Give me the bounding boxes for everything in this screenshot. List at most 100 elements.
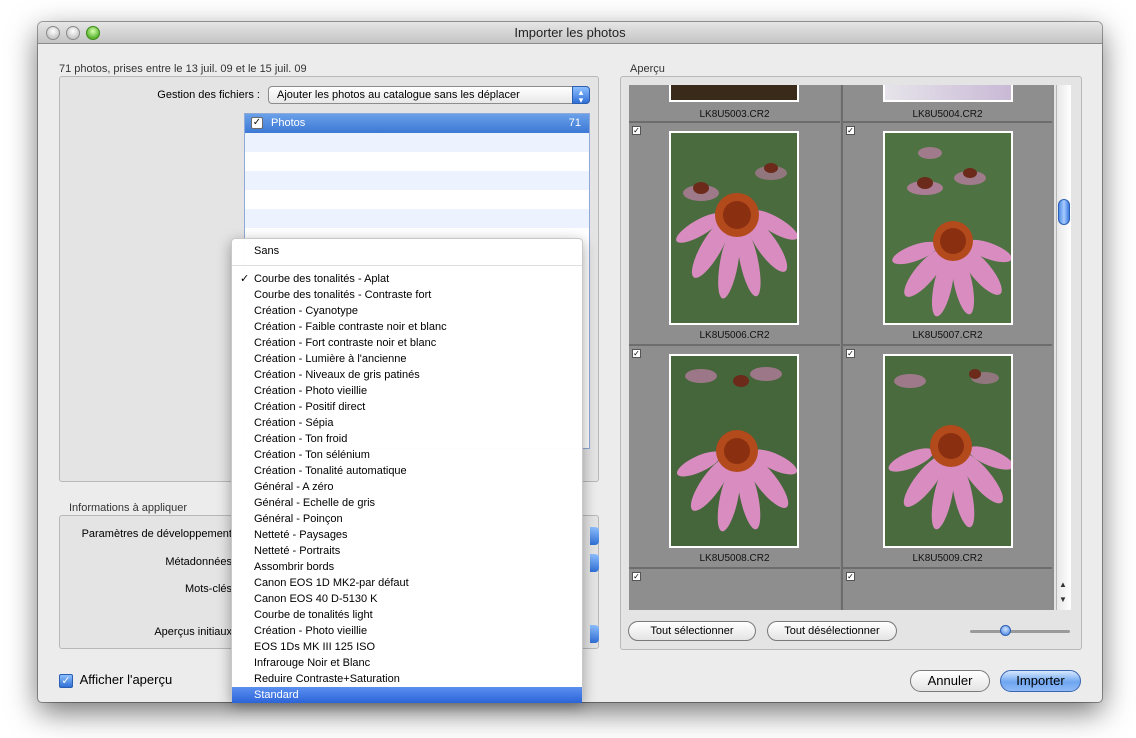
menu-item-label: Canon EOS 40 D-5130 K [254,593,378,605]
menu-item[interactable]: Général - Echelle de gris [232,495,582,511]
menu-item[interactable]: Création - Ton sélénium [232,447,582,463]
menu-item[interactable]: Création - Fort contraste noir et blanc [232,335,582,351]
scrollbar-thumb[interactable] [1058,199,1070,225]
menu-item-label: Général - A zéro [254,481,334,493]
import-button[interactable]: Importer [1000,670,1081,692]
coneflower-photo [885,133,1011,323]
previews-popup-arrows[interactable] [590,625,599,643]
coneflower-photo [885,356,1011,546]
menu-item[interactable]: Création - Positif direct [232,399,582,415]
thumbnail-filename: LK8U5003.CR2 [699,109,770,120]
checkbox-check: ✓ [252,117,262,128]
preview-scrollbar[interactable]: ▲ ▼ [1056,85,1071,610]
select-checkbox[interactable]: ✓ [846,572,855,581]
menu-item-label: Général - Echelle de gris [254,497,376,509]
folder-checkbox[interactable]: ✓ [251,117,263,129]
popup-arrows-icon: ▴ ▾ [572,86,590,105]
menu-item-label: Création - Niveaux de gris patinés [254,369,420,381]
menu-item[interactable]: Création - Cyanotype [232,303,582,319]
menu-item[interactable]: Netteté - Paysages [232,527,582,543]
menu-item-label: Création - Faible contraste noir et blan… [254,321,447,333]
menu-item[interactable]: Courbe des tonalités - Contraste fort [232,287,582,303]
menu-item-label: Standard [254,689,299,701]
thumbnail-cell[interactable]: ✓ [629,346,840,569]
show-preview-option[interactable]: ✓ Afficher l'aperçu [59,672,172,688]
menu-item-label: Assombrir bords [254,561,335,573]
initial-previews-label: Aperçus initiaux [154,626,232,638]
slider-knob[interactable] [1000,625,1011,636]
select-checkbox[interactable]: ✓ [846,126,855,135]
menu-item-label: EOS 1Ds MK III 125 ISO [254,641,376,653]
menu-item-label: Création - Tonalité automatique [254,465,407,477]
menu-item[interactable]: Canon EOS 1D MK2-par défaut [232,575,582,591]
develop-presets-menu: Sans ✓ Courbe des tonalités - Aplat Courbe… [231,238,583,703]
thumbnail-cell[interactable]: ✓ [841,346,1052,569]
menu-item-label: Création - Cyanotype [254,305,358,317]
window-title: Importer les photos [514,25,626,40]
menu-item[interactable]: Courbe de tonalités light [232,607,582,623]
select-checkbox[interactable]: ✓ [632,349,641,358]
select-all-button[interactable]: Tout sélectionner [628,621,756,641]
thumbnail-cell[interactable]: ✓ [841,123,1052,346]
list-row [245,190,589,209]
checkbox-check: ✓ [61,674,71,687]
menu-separator [232,265,582,266]
metadata-popup-arrows[interactable] [590,554,599,572]
menu-item[interactable]: ✓ Courbe des tonalités - Aplat [232,271,582,287]
menu-item[interactable]: Création - Niveaux de gris patinés [232,367,582,383]
menu-item[interactable]: Reduire Contraste+Saturation [232,671,582,687]
thumbnail-cell[interactable]: ✓ [629,569,840,610]
menu-item-label: Netteté - Portraits [254,545,341,557]
menu-item[interactable]: Général - Poinçon [232,511,582,527]
thumbnail-grid: LK8U5003.CR2 LK8U5004.CR2 ✓ LK8U5006.CR2… [629,85,1054,610]
thumbnail-cell[interactable]: LK8U5004.CR2 [841,85,1052,123]
develop-popup-arrows[interactable] [590,527,599,545]
menu-item-none[interactable]: Sans [232,243,582,259]
thumbnail-cell[interactable]: ✓ [841,569,1052,610]
menu-item[interactable]: Canon EOS 40 D-5130 K [232,591,582,607]
file-management-label: Gestion des fichiers : [157,89,260,101]
select-checkbox[interactable]: ✓ [632,572,641,581]
thumbnail-cell[interactable]: ✓ [629,123,840,346]
scroll-up-icon[interactable]: ▲ [1059,580,1067,589]
scroll-down-icon[interactable]: ▼ [1059,595,1067,604]
menu-item[interactable]: Netteté - Portraits [232,543,582,559]
list-row [245,133,589,152]
folder-name: Photos [271,117,306,129]
menu-item-label: Création - Lumière à l'ancienne [254,353,407,365]
thumbnail-size-slider[interactable] [970,625,1070,636]
menu-item-label: Netteté - Paysages [254,529,348,541]
menu-item[interactable]: Standard [232,687,582,703]
menu-item[interactable]: Infrarouge Noir et Blanc [232,655,582,671]
list-row [245,152,589,171]
menu-item[interactable]: Création - Sépia [232,415,582,431]
menu-item-label: Création - Ton sélénium [254,449,370,461]
menu-item[interactable]: Assombrir bords [232,559,582,575]
menu-item[interactable]: Création - Lumière à l'ancienne [232,351,582,367]
select-checkbox[interactable]: ✓ [632,126,641,135]
menu-item[interactable]: Création - Photo vieillie [232,383,582,399]
info-section-title: Informations à appliquer [69,502,188,514]
menu-item[interactable]: Création - Tonalité automatique [232,463,582,479]
zoom-window-icon[interactable] [86,26,100,40]
thumbnail-image [883,354,1013,548]
menu-item-label: Courbe de tonalités light [254,609,373,621]
select-checkbox[interactable]: ✓ [846,349,855,358]
menu-item[interactable]: Général - A zéro [232,479,582,495]
minimize-window-icon[interactable] [66,26,80,40]
close-window-icon[interactable] [46,26,60,40]
folder-row-photos[interactable]: ✓ Photos 71 [245,114,589,133]
menu-item[interactable]: Création - Photo vieillie [232,623,582,639]
photo-summary: 71 photos, prises entre le 13 juil. 09 e… [59,63,307,75]
menu-item[interactable]: Création - Ton froid [232,431,582,447]
list-row [245,171,589,190]
file-management-popup[interactable]: Ajouter les photos au catalogue sans les… [268,86,590,105]
deselect-all-button[interactable]: Tout désélectionner [767,621,897,641]
menu-item-label: Canon EOS 1D MK2-par défaut [254,577,409,589]
show-preview-checkbox[interactable]: ✓ [59,673,73,688]
menu-item[interactable]: Création - Faible contraste noir et blan… [232,319,582,335]
menu-item[interactable]: EOS 1Ds MK III 125 ISO [232,639,582,655]
thumbnail-cell[interactable]: LK8U5003.CR2 [629,85,840,123]
cancel-button[interactable]: Annuler [910,670,990,692]
thumbnail-image [883,85,1013,102]
